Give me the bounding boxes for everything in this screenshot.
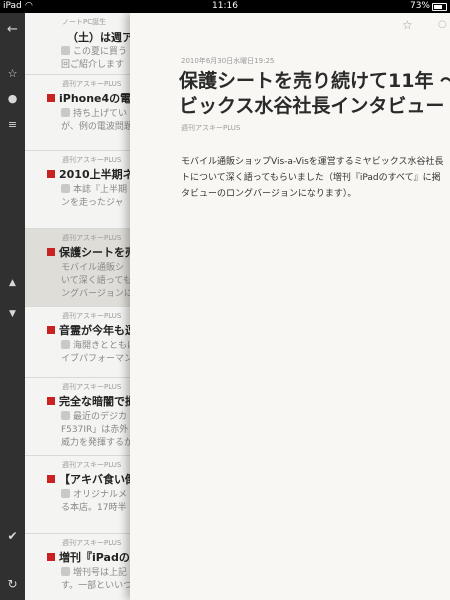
category-dot-icon xyxy=(61,108,70,117)
clock: 11:16 xyxy=(212,1,238,11)
list-item[interactable]: ノートPC誕生 （土）は週アス この夏に買う 回ご紹介します xyxy=(25,13,147,75)
status-bar: iPad ◠ 11:16 73% xyxy=(0,0,450,13)
category-dot-icon xyxy=(61,567,70,576)
item-title: 【アキバ食い倒 xyxy=(59,473,136,486)
flag-icon xyxy=(47,94,55,102)
star-icon[interactable]: ☆ xyxy=(0,67,25,81)
down-arrow-icon[interactable]: ▼ xyxy=(0,307,25,321)
list-item[interactable]: 週刊アスキーPLUS iPhone4の電波 持ち上げてい が、例の電波問題 xyxy=(25,75,147,151)
article-title: 保護シートを売り続けて11年 〜ミ ビックス水谷社長インタビュー xyxy=(179,70,450,117)
battery-icon xyxy=(432,3,447,11)
refresh-icon[interactable]: ↻ xyxy=(0,577,25,591)
flag-icon xyxy=(47,553,55,561)
item-source: ノートPC誕生 xyxy=(62,18,107,26)
item-snippet: 海開きとともに イブパフォーマン xyxy=(61,340,137,364)
item-snippet: 持ち上げてい が、例の電波問題 xyxy=(61,108,133,132)
list-item-selected[interactable]: 週刊アスキーPLUS 保護シートを売 モバイル通販シ いて深く語っても ングバー… xyxy=(25,229,147,307)
star-icon[interactable]: ☆ xyxy=(402,18,413,32)
article-body: モバイル通販ショップVis-a-Visを運営するミヤビックス水谷社長 トについて… xyxy=(181,157,444,199)
list-item[interactable]: 週刊アスキーPLUS 音霊が今年も逗 海開きとともに イブパフォーマン xyxy=(25,307,147,378)
back-arrow-icon[interactable]: ← xyxy=(0,23,25,37)
article-pane: ☆ ○ 2010年6月30日水曜日19:25 保護シートを売り続けて11年 〜ミ… xyxy=(130,13,450,600)
flag-icon xyxy=(47,397,55,405)
item-title: 増刊『iPadのす xyxy=(59,551,141,564)
battery-percent: 73% xyxy=(409,1,430,11)
item-source: 週刊アスキーPLUS xyxy=(62,234,122,242)
list-icon[interactable]: ≡ xyxy=(0,118,25,132)
list-item[interactable]: 週刊アスキーPLUS 【アキバ食い倒 オリジナルメ る本店。17時半 xyxy=(25,456,147,534)
item-source: 週刊アスキーPLUS xyxy=(62,539,122,547)
article-source[interactable]: 週刊アスキーPLUS xyxy=(181,123,240,133)
item-source: 週刊アスキーPLUS xyxy=(62,80,122,88)
flag-icon xyxy=(47,475,55,483)
category-dot-icon xyxy=(61,489,70,498)
item-snippet: オリジナルメ る本店。17時半 xyxy=(61,489,128,513)
item-title: 完全な暗闇で撮 xyxy=(59,395,136,408)
item-source: 週刊アスキーPLUS xyxy=(62,312,122,320)
mark-read-icon[interactable]: ✔ xyxy=(0,529,25,543)
item-title: 音霊が今年も逗 xyxy=(59,324,136,337)
item-title: 保護シートを売 xyxy=(59,246,136,259)
article-date: 2010年6月30日水曜日19:25 xyxy=(181,57,275,65)
item-source: 週刊アスキーPLUS xyxy=(62,156,122,164)
item-snippet: この夏に買う 回ご紹介します xyxy=(61,46,128,70)
item-snippet: 増刊号は上記 す。一部といいつ xyxy=(61,567,133,591)
item-source: 週刊アスキーPLUS xyxy=(62,461,122,469)
item-snippet: 本誌『上半期 ンを走ったジャ xyxy=(61,184,128,208)
category-dot-icon xyxy=(61,411,70,420)
item-snippet: モバイル通販シ いて深く語っても ングバージョンに xyxy=(61,263,133,299)
unread-dot-icon[interactable]: ● xyxy=(0,92,25,106)
list-item[interactable]: 週刊アスキーPLUS 増刊『iPadのす 増刊号は上記 す。一部といいつ xyxy=(25,534,147,600)
flag-icon xyxy=(47,248,55,256)
flag-icon xyxy=(47,326,55,334)
category-dot-icon xyxy=(61,184,70,193)
category-dot-icon xyxy=(61,340,70,349)
sidebar-rail: ← ☆ ● ≡ ▲ ▼ ✔ ↻ xyxy=(0,13,25,600)
share-icon[interactable]: ○ xyxy=(438,19,447,30)
item-snippet: 最近のデジカ F537IR」は赤外 威力を発揮するか xyxy=(61,411,134,448)
flag-icon xyxy=(47,170,55,178)
list-item[interactable]: 週刊アスキーPLUS 完全な暗闇で撮 最近のデジカ F537IR」は赤外 威力を… xyxy=(25,378,147,456)
article-list: ノートPC誕生 （土）は週アス この夏に買う 回ご紹介します 週刊アスキーPLU… xyxy=(25,13,147,600)
up-arrow-icon[interactable]: ▲ xyxy=(0,276,25,290)
category-dot-icon xyxy=(61,46,70,55)
item-source: 週刊アスキーPLUS xyxy=(62,383,122,391)
list-item[interactable]: 週刊アスキーPLUS 2010上半期ネッ 本誌『上半期 ンを走ったジャ xyxy=(25,151,147,229)
